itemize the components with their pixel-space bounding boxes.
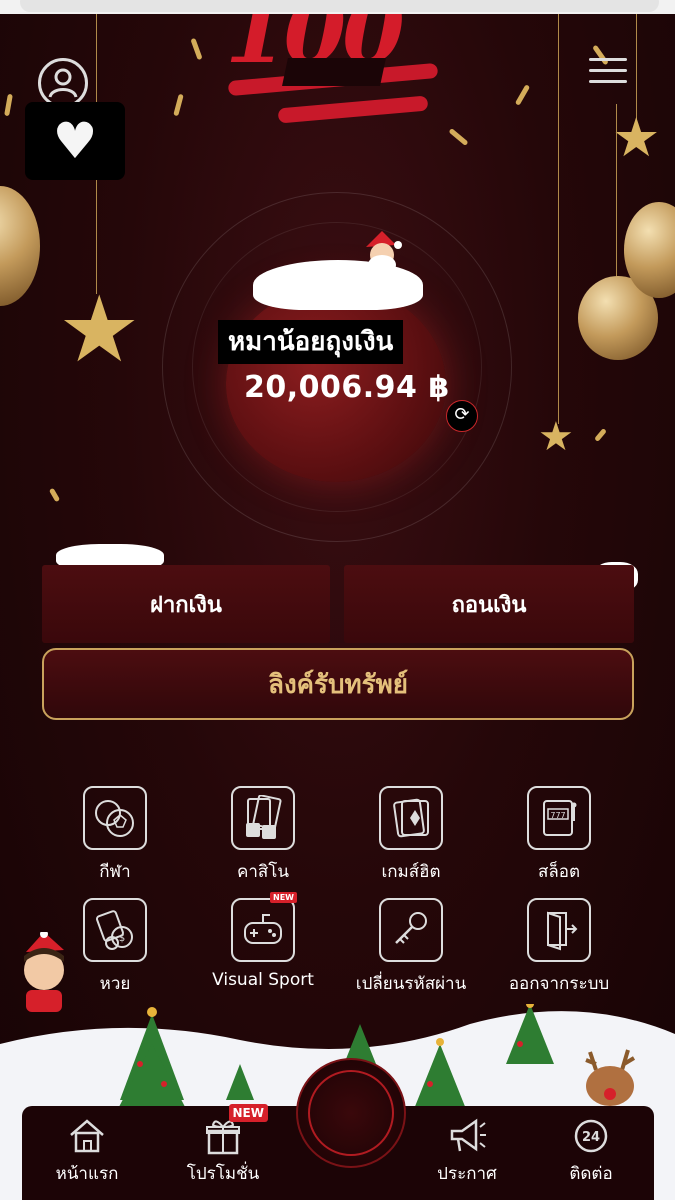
menu-line	[589, 69, 627, 72]
confetti	[448, 128, 469, 146]
menu-item-label: เปลี่ยนรหัสผ่าน	[355, 974, 467, 994]
confetti	[173, 93, 184, 117]
menu-item-casino[interactable]: คาสิโน	[198, 786, 328, 885]
ornament-string	[616, 104, 617, 294]
confetti	[48, 487, 61, 503]
megaphone-icon	[446, 1116, 488, 1156]
center-spin-button[interactable]	[296, 1058, 406, 1168]
gold-ornament-left	[0, 186, 40, 306]
menu-line	[589, 58, 627, 61]
svg-text:24: 24	[582, 1130, 600, 1145]
santa-decoration	[366, 231, 402, 275]
menu-item-visual-sport[interactable]: NEW Visual Sport	[198, 892, 328, 990]
menu-item-label: คาสิโน	[236, 862, 290, 882]
new-badge: NEW	[228, 1104, 268, 1122]
address-pill	[20, 0, 659, 12]
browser-top-bar	[0, 0, 675, 14]
gold-star-decoration: ★	[58, 276, 141, 383]
refresh-balance-button[interactable]: ⟳	[446, 400, 478, 432]
profile-button[interactable]	[38, 58, 88, 108]
menu-item-label: สล็อต	[537, 862, 581, 882]
svg-text:$: $	[119, 933, 125, 944]
gold-star-decoration: ★	[612, 106, 661, 169]
claim-link-button[interactable]: ลิงค์รับทรัพย์	[42, 648, 634, 720]
nav-label: ติดต่อ	[569, 1164, 613, 1184]
nav-label: หน้าแรก	[55, 1164, 119, 1184]
nav-home[interactable]: หน้าแรก	[32, 1116, 142, 1187]
elf-character-decoration	[24, 932, 64, 1012]
menu-item-hit-games[interactable]: เกมส์ฮิต	[346, 786, 476, 885]
page-background: ★ ★ ★ 100 ♥ หมาน้อยถุงเงิน 20,006.94 ฿ ⟳…	[0, 14, 675, 1200]
menu-item-sports[interactable]: กีฬา	[50, 786, 180, 885]
nav-announcements[interactable]: ประกาศ	[412, 1116, 522, 1187]
confetti	[4, 93, 13, 117]
withdraw-button[interactable]: ถอนเงิน	[344, 565, 634, 643]
confetti	[190, 37, 203, 61]
brand-logo-badge	[282, 58, 386, 86]
casino-cards-dice-icon	[231, 786, 295, 850]
deposit-button[interactable]: ฝากเงิน	[42, 565, 330, 643]
gift-icon: NEW	[202, 1104, 268, 1156]
favorite-heart-button[interactable]: ♥	[25, 102, 125, 180]
menu-item-label: เกมส์ฮิต	[381, 862, 441, 882]
confetti	[514, 84, 531, 106]
slot-machine-icon: 777	[527, 786, 591, 850]
menu-item-label: กีฬา	[99, 862, 131, 882]
ornament-string	[558, 14, 559, 424]
logout-door-icon	[527, 898, 591, 962]
user-icon	[48, 68, 78, 98]
home-icon	[66, 1116, 108, 1156]
menu-item-label: ออกจากระบบ	[508, 974, 610, 994]
logo-stripe	[277, 95, 429, 124]
account-name: หมาน้อยถุงเงิน	[218, 320, 404, 364]
lottery-balls-icon: $	[83, 898, 147, 962]
hit-games-cards-icon	[379, 786, 443, 850]
center-button-ring	[308, 1070, 394, 1156]
balance-amount: 20,006.94 ฿	[244, 370, 450, 405]
confetti	[594, 428, 607, 442]
gamepad-icon: NEW	[231, 892, 297, 962]
refresh-icon: ⟳	[454, 404, 470, 425]
heart-icon: ♥	[52, 112, 98, 170]
sports-balls-icon	[83, 786, 147, 850]
hamburger-menu-button[interactable]	[589, 58, 627, 84]
menu-item-change-password[interactable]: เปลี่ยนรหัสผ่าน	[346, 898, 476, 997]
menu-item-label: Visual Sport	[212, 970, 314, 990]
nav-label: ประกาศ	[437, 1164, 497, 1184]
nav-contact[interactable]: 24 ติดต่อ	[536, 1116, 646, 1187]
svg-text:777: 777	[550, 811, 565, 820]
nav-promotions[interactable]: NEW โปรโมชั่น	[168, 1104, 278, 1187]
support-24-icon: 24	[570, 1116, 612, 1156]
menu-line	[589, 80, 627, 83]
menu-item-slots[interactable]: 777 สล็อต	[494, 786, 624, 885]
new-badge: NEW	[270, 892, 297, 903]
gold-star-decoration: ★	[538, 414, 574, 460]
nav-label: โปรโมชั่น	[186, 1164, 260, 1184]
menu-item-logout[interactable]: ออกจากระบบ	[494, 898, 624, 997]
key-icon	[379, 898, 443, 962]
